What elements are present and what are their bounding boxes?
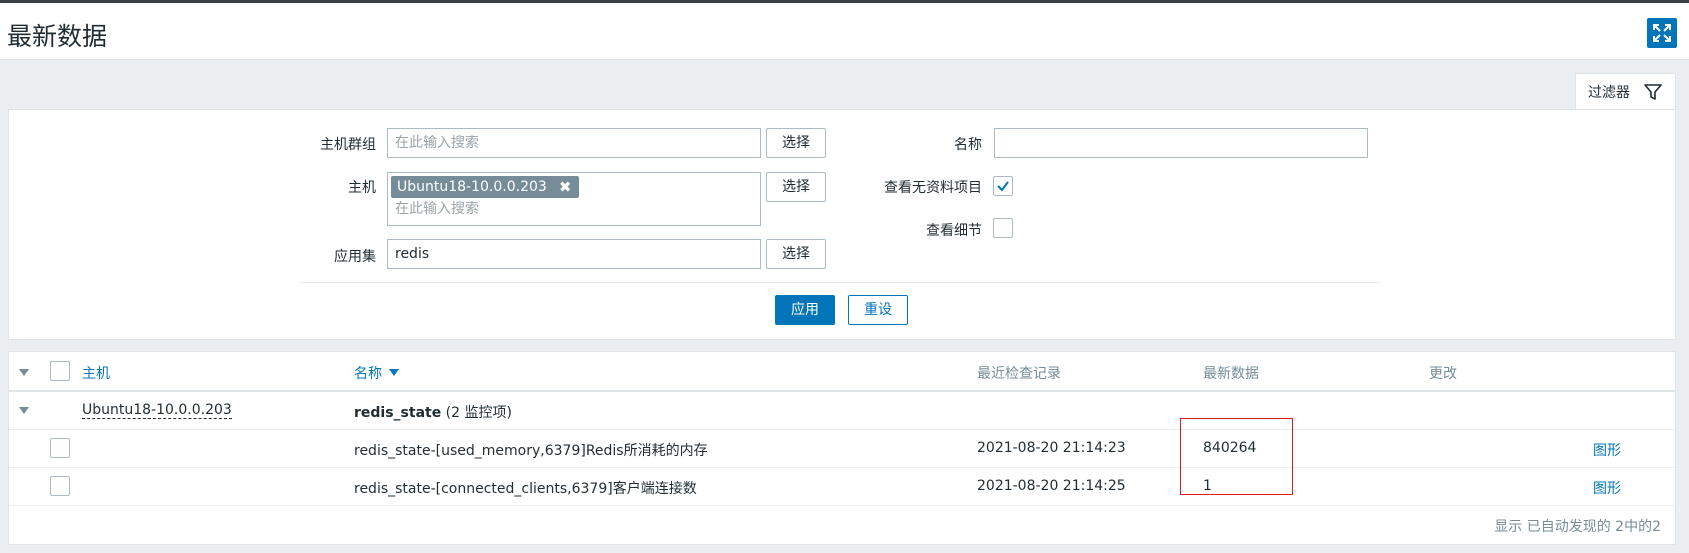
filter-tab-label: 过滤器	[1588, 84, 1630, 101]
group-host-link[interactable]: Ubuntu18-10.0.0.203	[82, 402, 232, 419]
filter-tab[interactable]: 过滤器	[1575, 73, 1676, 109]
check-icon	[997, 181, 1009, 192]
row-checkbox[interactable]	[50, 476, 70, 496]
hosts-placeholder: 在此输入搜索	[395, 201, 479, 217]
close-icon[interactable]: ✖	[559, 173, 572, 201]
item-last-check: 2021-08-20 21:14:25	[977, 478, 1126, 494]
header-name-label: 名称	[354, 366, 382, 382]
page-header: 最新数据	[0, 3, 1689, 60]
name-input[interactable]	[994, 128, 1368, 158]
header-last-check: 最近检查记录	[977, 366, 1061, 382]
table-row: redis_state-[connected_clients,6379]客户端连…	[9, 468, 1675, 506]
show-without-data-label: 查看无资料项目	[884, 180, 982, 196]
name-label: 名称	[954, 137, 982, 153]
table-footer: 显示 已自动发现的 2中的2	[1494, 519, 1661, 535]
host-groups-input[interactable]: 在此输入搜索	[387, 128, 761, 158]
show-details-label: 查看细节	[926, 223, 982, 239]
group-row: Ubuntu18-10.0.0.203 redis_state (2 监控项)	[9, 392, 1675, 430]
application-value: redis	[395, 246, 430, 262]
select-all-checkbox[interactable]	[50, 361, 70, 381]
data-table: 主机 名称 最近检查记录 最新数据 更改 Ubuntu18-10.0.0.203…	[8, 351, 1676, 545]
triangle-down-icon[interactable]	[19, 407, 29, 414]
show-without-data-checkbox[interactable]	[993, 176, 1013, 196]
reset-button[interactable]: 重设	[848, 295, 908, 325]
filter-divider	[300, 282, 1380, 283]
graph-link[interactable]: 图形	[1593, 440, 1621, 460]
application-input[interactable]: redis	[387, 239, 761, 269]
sort-down-icon	[389, 369, 400, 376]
row-checkbox[interactable]	[50, 438, 70, 458]
fullscreen-button[interactable]	[1647, 18, 1677, 48]
host-groups-placeholder: 在此输入搜索	[395, 135, 479, 151]
host-chip: Ubuntu18-10.0.0.203 ✖	[391, 173, 580, 201]
page-title: 最新数据	[7, 22, 108, 51]
application-label: 应用集	[334, 249, 376, 265]
host-groups-label: 主机群组	[320, 137, 376, 153]
filter-icon	[1644, 83, 1662, 100]
header-last-value: 最新数据	[1203, 366, 1259, 382]
table-row: redis_state-[used_memory,6379]Redis所消耗的内…	[9, 430, 1675, 468]
host-groups-select-button[interactable]: 选择	[766, 128, 826, 158]
fullscreen-icon	[1653, 24, 1671, 42]
apply-button[interactable]: 应用	[775, 295, 835, 325]
item-name: redis_state-[used_memory,6379]Redis所消耗的内…	[354, 443, 708, 459]
item-name: redis_state-[connected_clients,6379]客户端连…	[354, 481, 697, 497]
show-details-checkbox[interactable]	[993, 218, 1013, 238]
group-app: redis_state (2 监控项)	[354, 402, 512, 422]
table-header: 主机 名称 最近检查记录 最新数据 更改	[9, 352, 1675, 392]
application-select-button[interactable]: 选择	[766, 239, 826, 269]
header-name[interactable]: 名称	[354, 363, 400, 383]
header-change: 更改	[1429, 366, 1457, 382]
item-last-check: 2021-08-20 21:14:23	[977, 440, 1126, 456]
graph-link[interactable]: 图形	[1593, 478, 1621, 498]
header-host[interactable]: 主机	[82, 363, 110, 383]
triangle-down-icon[interactable]	[19, 369, 29, 376]
hosts-select-button[interactable]: 选择	[766, 172, 826, 202]
group-app-name: redis_state	[354, 405, 442, 421]
item-last-value: 840264	[1203, 440, 1257, 456]
item-last-value: 1	[1203, 478, 1212, 494]
filter-panel	[8, 109, 1676, 340]
group-app-count: (2 监控项)	[445, 405, 512, 421]
host-chip-label: Ubuntu18-10.0.0.203	[397, 179, 547, 195]
hosts-multiselect[interactable]: Ubuntu18-10.0.0.203 ✖ 在此输入搜索	[387, 172, 761, 226]
hosts-label: 主机	[348, 180, 376, 196]
